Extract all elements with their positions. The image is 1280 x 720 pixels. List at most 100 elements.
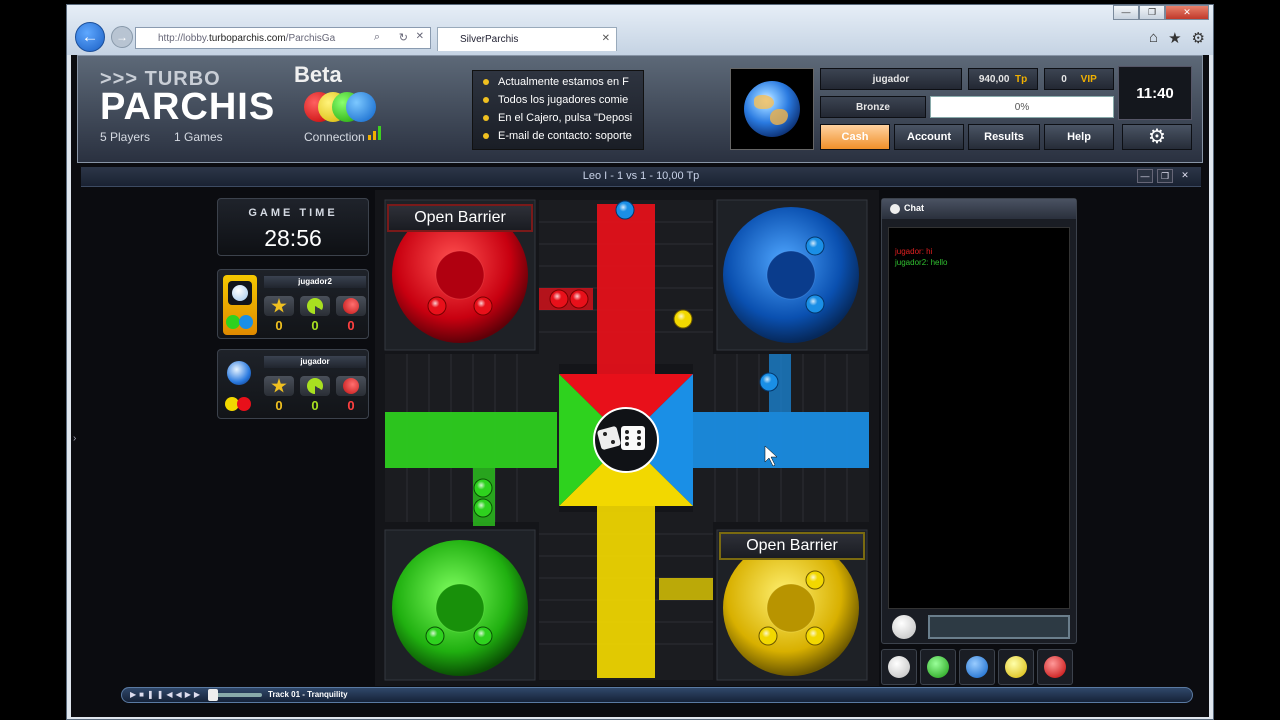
browser-tab[interactable]: SilverParchis ✕ [437, 27, 617, 51]
color-white-button[interactable] [881, 649, 917, 685]
url-host: turboparchis.com [208, 33, 286, 44]
url-prefix: http://lobby. [158, 33, 209, 44]
media-controls[interactable]: ▶■❚❚◀◀▶▶ [130, 690, 203, 699]
connection-label: Connection [304, 130, 365, 144]
rocket-icon [336, 296, 366, 316]
pacman-icon [300, 296, 330, 316]
gear-icon[interactable]: ⚙ [1192, 29, 1205, 47]
game-title-bar: Leo I - 1 vs 1 - 10,00 Tp — ❐ ✕ [81, 167, 1201, 187]
logo-balls [304, 92, 384, 124]
barrier-label-red[interactable]: Open Barrier [387, 204, 533, 232]
help-button[interactable]: Help [1044, 124, 1114, 150]
cash-button[interactable]: Cash [820, 124, 890, 150]
pacman-icon [300, 376, 330, 396]
logo-main: PARCHIS [100, 86, 276, 128]
tab-close-icon[interactable]: ✕ [602, 33, 610, 44]
settings-gear-icon[interactable]: ⚙ [1122, 124, 1192, 150]
browser-tools: ⌂ ★ ⚙ [1149, 29, 1205, 47]
back-button[interactable]: ← [75, 22, 105, 52]
news-item: E-mail de contacto: soporte [483, 127, 643, 145]
tab-title: SilverParchis [460, 34, 519, 45]
progress-bar: 0% [930, 96, 1114, 118]
media-track-title: Track 01 - Tranquility [268, 690, 348, 699]
barrier-label-yellow[interactable]: Open Barrier [719, 532, 865, 560]
maximize-button[interactable]: ❐ [1139, 5, 1165, 20]
game-title: Leo I - 1 vs 1 - 10,00 Tp [582, 170, 700, 182]
minimize-button[interactable]: — [1113, 5, 1139, 20]
account-button[interactable]: Account [894, 124, 964, 150]
rank-box: Bronze [820, 96, 926, 118]
player-card: jugador 0 0 0 [217, 349, 369, 419]
news-item: Todos los jugadores comie [483, 91, 643, 109]
player-stat-stars: 0 [275, 318, 283, 333]
site-header: >>> TURBO PARCHIS Beta 5 Players 1 Games… [77, 55, 1203, 163]
game-minimize-button[interactable]: — [1137, 169, 1153, 183]
board-svg [375, 190, 879, 686]
media-seek-handle[interactable] [208, 689, 218, 701]
news-ticker: Actualmente estamos en F Todos los jugad… [472, 70, 644, 150]
players-count: 5 Players [100, 130, 151, 144]
chat-panel: Chat jugador: hi jugador2: hello [881, 198, 1077, 644]
refresh-icon[interactable]: ↻ [399, 31, 408, 44]
player-name: jugador2 [264, 276, 366, 288]
star-icon[interactable]: ★ [1168, 29, 1181, 47]
balance-box: 940,00 Tp [968, 68, 1038, 90]
game-time-value: 28:56 [264, 225, 322, 251]
forward-button[interactable]: → [111, 26, 133, 48]
game-window-controls: — ❐ ✕ [1137, 169, 1193, 183]
search-icon[interactable]: ⌕ [374, 31, 380, 44]
vip-value: 0 [1061, 73, 1067, 85]
clock: 11:40 [1118, 66, 1192, 120]
window-controls: — ❐ ✕ [1113, 5, 1209, 20]
color-red-button[interactable] [1037, 649, 1073, 685]
chat-message: jugador2: hello [895, 258, 948, 267]
vip-label: VIP [1080, 73, 1097, 85]
chat-title: Chat [904, 203, 924, 213]
address-bar[interactable]: http://lobby.turboparchis.com/ParchisGa … [135, 27, 431, 49]
parchis-board: Open Barrier Open Barrier [375, 190, 879, 686]
game-time-panel: GAME TIME 28:56 [217, 198, 369, 256]
game-restore-button[interactable]: ❐ [1157, 169, 1173, 183]
star-icon [264, 296, 294, 316]
signal-icon [368, 126, 382, 140]
chat-header: Chat [882, 199, 1076, 219]
player-avatar [223, 355, 257, 415]
game-close-button[interactable]: ✕ [1177, 169, 1193, 183]
player-stat-pacman: 0 [311, 318, 319, 333]
url-rest: /ParchisGa [285, 33, 336, 44]
browser-titlebar: ← → http://lobby.turboparchis.com/Parchi… [67, 5, 1213, 55]
results-button[interactable]: Results [968, 124, 1040, 150]
player-stat-rocket: 0 [347, 318, 355, 333]
color-green-button[interactable] [920, 649, 956, 685]
vip-box: 0 VIP [1044, 68, 1114, 90]
player-name: jugador [264, 356, 366, 368]
progress-text: 0% [1014, 101, 1030, 113]
news-item: Actualmente estamos en F [483, 73, 643, 91]
chat-status-icon [890, 204, 900, 214]
games-count: 1 Games [174, 130, 223, 144]
side-expand-icon[interactable]: › [73, 433, 76, 444]
chat-input[interactable] [928, 615, 1070, 639]
close-button[interactable]: ✕ [1165, 5, 1209, 20]
player-avatar [223, 275, 257, 335]
chat-messages: jugador: hi jugador2: hello [888, 227, 1070, 609]
balance-unit: Tp [1014, 73, 1028, 85]
home-icon[interactable]: ⌂ [1149, 29, 1158, 47]
globe-avatar[interactable] [730, 68, 814, 150]
chat-color-button[interactable] [892, 615, 916, 639]
media-player-bar: ▶■❚❚◀◀▶▶ Track 01 - Tranquility [121, 687, 1193, 703]
color-blue-button[interactable] [959, 649, 995, 685]
media-seek-track[interactable] [212, 693, 262, 697]
news-item: En el Cajero, pulsa "Deposi [483, 109, 643, 127]
game-app: >>> TURBO PARCHIS Beta 5 Players 1 Games… [71, 55, 1209, 717]
username-box: jugador [820, 68, 962, 90]
color-yellow-button[interactable] [998, 649, 1034, 685]
game-time-label: GAME TIME [248, 207, 338, 219]
close-icon[interactable]: ✕ [416, 31, 424, 42]
balance-value: 940,00 [978, 73, 1010, 85]
player-stat-rocket: 0 [347, 398, 355, 413]
player-stat-stars: 0 [275, 398, 283, 413]
logo-ball-blue [346, 92, 376, 122]
player-stat-pacman: 0 [311, 398, 319, 413]
color-selector [881, 649, 1077, 687]
